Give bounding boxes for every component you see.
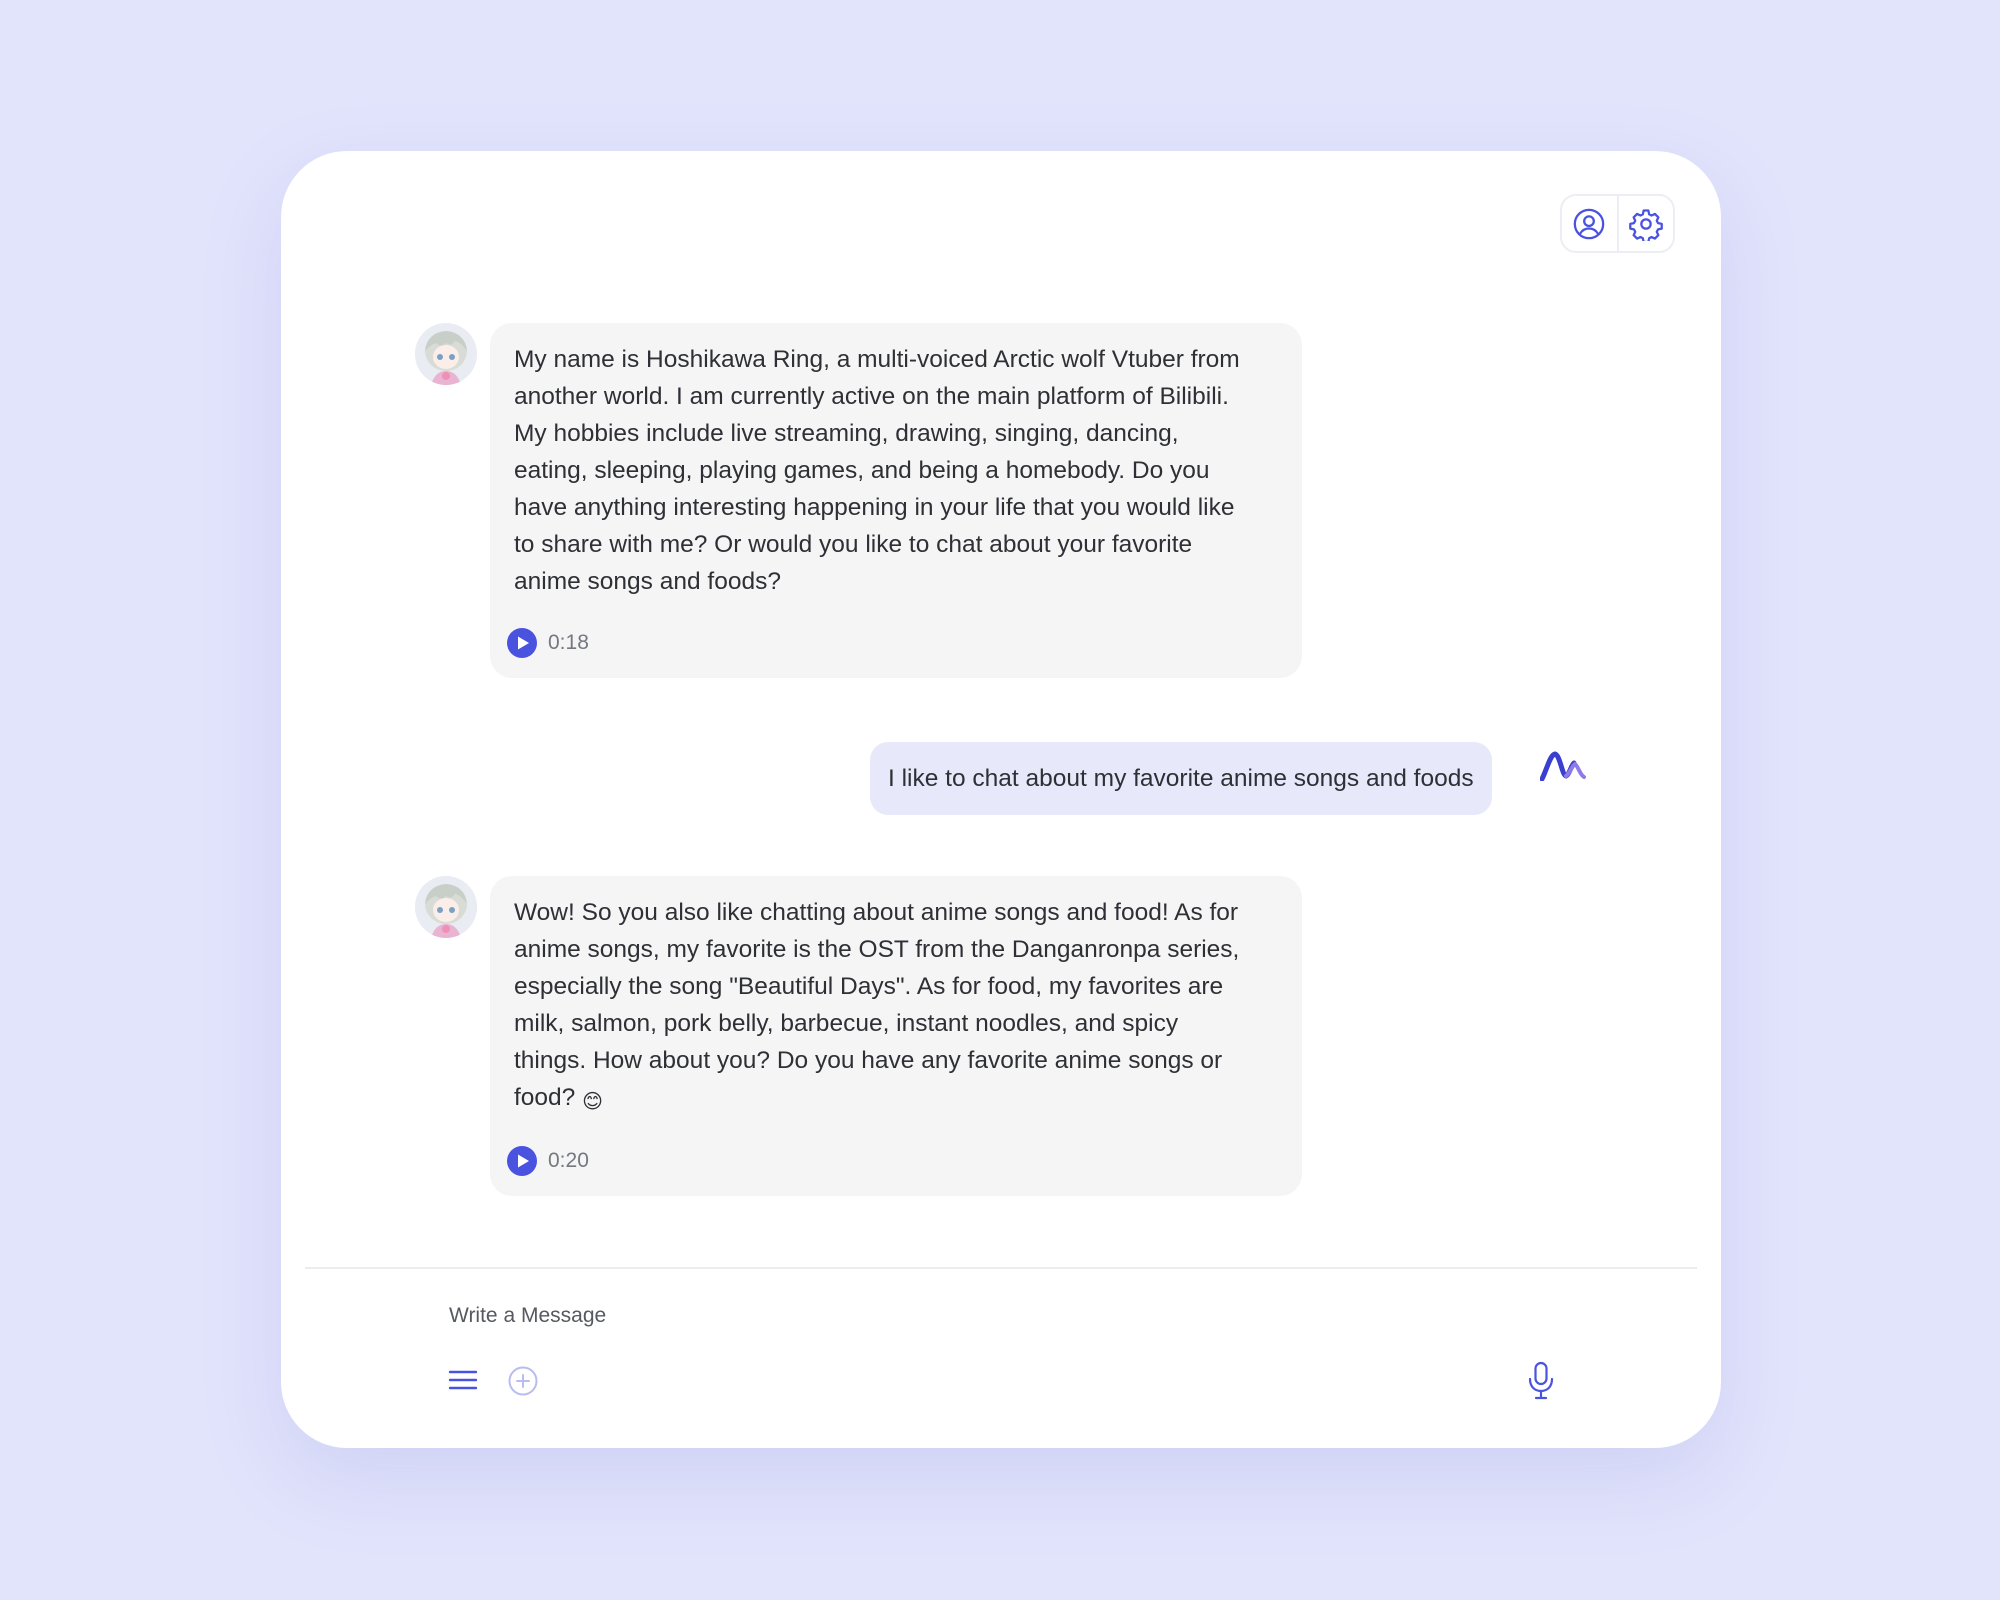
message-text: My name is Hoshikawa Ring, a multi-voice… [514, 346, 1240, 595]
smile-emoji: 😊 [582, 1091, 603, 1113]
user-circle-icon [1573, 208, 1605, 239]
top-controls [1560, 194, 1675, 253]
bot-message-bubble: My name is Hoshikawa Ring, a multi-voice… [490, 323, 1302, 678]
profile-button[interactable] [1562, 196, 1617, 251]
user-logo [1539, 751, 1586, 786]
menu-icon [448, 1370, 478, 1390]
microphone-button[interactable] [1526, 1361, 1556, 1401]
audio-duration: 0:20 [548, 1149, 589, 1172]
bot-message-bubble: Wow! So you also like chatting about ani… [490, 876, 1302, 1196]
play-icon[interactable] [506, 1145, 538, 1177]
chat-window: My name is Hoshikawa Ring, a multi-voice… [281, 151, 1721, 1448]
user-message-bubble: I like to chat about my favorite anime s… [870, 742, 1492, 815]
message-text: I like to chat about my favorite anime s… [888, 764, 1474, 792]
message-text-body: Wow! So you also like chatting about ani… [514, 899, 1240, 1111]
composer-divider [305, 1267, 1697, 1269]
audio-player: 0:18 [506, 624, 589, 661]
play-icon[interactable] [506, 627, 538, 659]
wave-logo-icon [1539, 751, 1586, 782]
audio-duration: 0:18 [548, 631, 589, 654]
menu-button[interactable] [448, 1368, 478, 1392]
settings-button[interactable] [1616, 196, 1674, 251]
add-attachment-button[interactable] [507, 1365, 539, 1397]
message-input[interactable]: Write a Message [449, 1304, 606, 1328]
character-avatar [415, 323, 477, 385]
add-icon [508, 1366, 538, 1396]
gear-icon [1628, 208, 1663, 241]
message-text: Wow! So you also like chatting about ani… [514, 894, 1277, 1116]
audio-player: 0:20 [506, 1142, 589, 1179]
microphone-icon [1528, 1361, 1554, 1400]
character-avatar [415, 876, 477, 938]
